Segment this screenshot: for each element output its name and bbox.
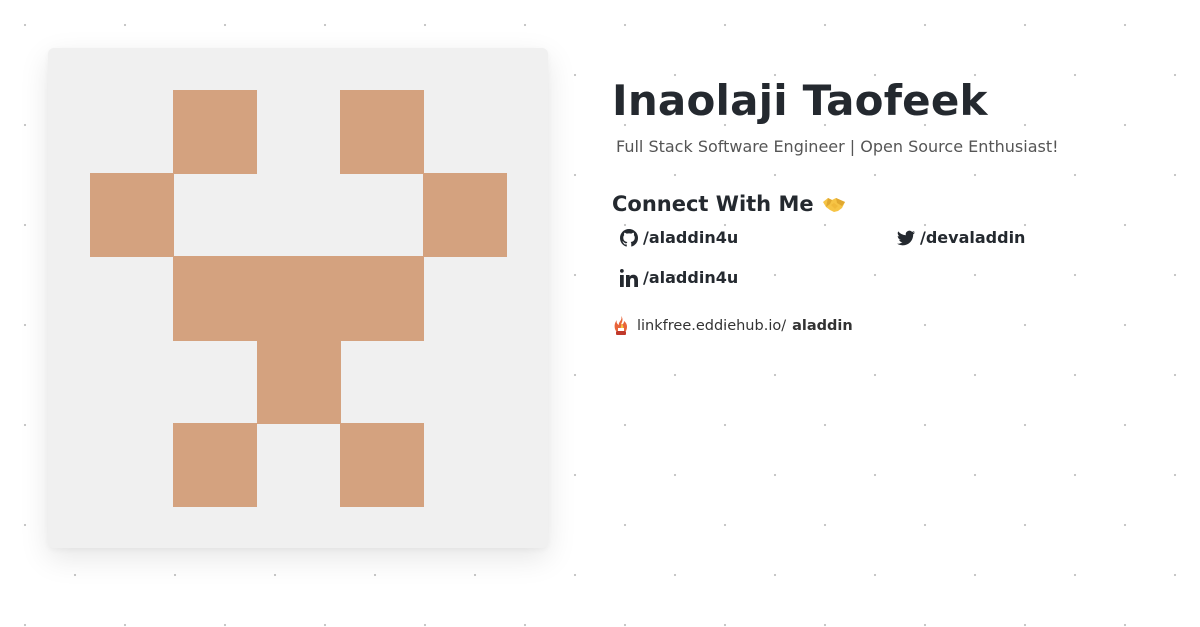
avatar-card [48,48,548,548]
identicon-block [90,173,174,257]
identicon-block [340,423,424,507]
linkedin-icon [620,268,638,287]
github-icon [620,228,638,247]
identicon-block [173,256,424,341]
github-label: /aladdin4u [643,228,739,247]
linkfree-flame-icon [614,316,628,335]
connect-heading-text: Connect With Me [612,192,814,216]
identicon-block [423,173,507,257]
linkedin-link[interactable]: /aladdin4u [620,268,738,287]
identicon-block [173,423,257,507]
identicon-avatar [90,90,507,507]
github-link[interactable]: /aladdin4u [620,228,738,247]
social-links: /aladdin4u /devaladdin /aladdin4u [612,228,1172,308]
identicon-block [173,90,257,174]
twitter-label: /devaladdin [920,228,1026,247]
identicon-block [257,340,341,424]
linkedin-label: /aladdin4u [643,268,739,287]
profile-info: Inaolaji Taofeek Full Stack Software Eng… [612,78,1172,337]
twitter-icon [897,230,915,245]
connect-heading: Connect With Me [612,192,1172,216]
profile-name: Inaolaji Taofeek [612,76,988,125]
handshake-icon [822,198,845,212]
linkfree-username: aladdin [792,318,853,334]
twitter-link[interactable]: /devaladdin [897,228,1025,247]
linkfree-prefix: linkfree.eddiehub.io/ [637,318,787,334]
linkfree-link[interactable]: linkfree.eddiehub.io/ aladdin [612,315,1172,337]
profile-tagline: Full Stack Software Engineer | Open Sour… [616,137,1059,156]
identicon-block [340,90,424,174]
